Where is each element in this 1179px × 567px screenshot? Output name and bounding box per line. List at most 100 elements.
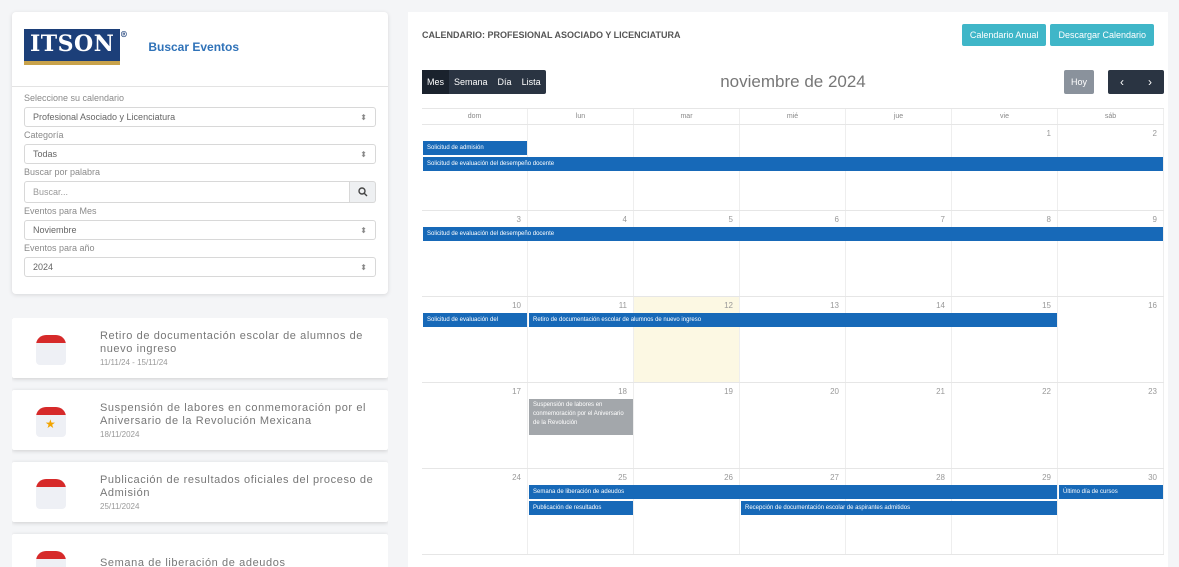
- day-cell[interactable]: 19: [634, 383, 740, 468]
- day-cell[interactable]: 5: [634, 211, 740, 296]
- day-cell[interactable]: 21: [846, 383, 952, 468]
- calendar-event[interactable]: Suspensión de labores en conmemoración p…: [529, 399, 633, 435]
- calendar-event[interactable]: Publicación de resultados: [529, 501, 633, 515]
- calendar-icon: [36, 475, 66, 509]
- day-number: 26: [724, 473, 733, 482]
- day-number: 11: [618, 301, 627, 310]
- today-button[interactable]: Hoy: [1064, 70, 1094, 94]
- calendar-star-icon: ★: [36, 403, 66, 437]
- day-cell[interactable]: 22: [952, 383, 1058, 468]
- view-button-3[interactable]: Día: [493, 70, 517, 94]
- calendar-icon: [36, 547, 66, 567]
- day-cell[interactable]: 6: [740, 211, 846, 296]
- day-cell[interactable]: 8: [952, 211, 1058, 296]
- event-card[interactable]: Semana de liberación de adeudos: [12, 534, 388, 567]
- calendar-event[interactable]: Solicitud de evaluación del desempeño do…: [423, 157, 1163, 171]
- select-arrow-icon: ⬍: [360, 262, 367, 272]
- day-cell[interactable]: 3: [422, 211, 528, 296]
- calendar-toolbar: noviembre de 2024 Mes Semana Día Lista Hoy …: [422, 70, 1164, 94]
- brand-header: ITSON ® Buscar Eventos: [24, 22, 376, 72]
- day-number: 7: [940, 215, 945, 224]
- day-cell[interactable]: 14: [846, 297, 952, 382]
- filter-fields: Seleccione su calendario Profesional Asoc…: [24, 93, 376, 277]
- day-number: 22: [1042, 387, 1051, 396]
- annual-calendar-button[interactable]: Calendario Anual: [961, 24, 1047, 46]
- calendar-event[interactable]: Solicitud de evaluación del: [423, 313, 527, 327]
- filter-select[interactable]: Noviembre ⬍: [24, 220, 376, 240]
- week-row: 24 25 26 27 28 29 30 Semana de liberación de ad…: [422, 469, 1164, 555]
- download-calendar-button[interactable]: Descargar Calendario: [1050, 24, 1154, 46]
- day-number: 6: [834, 215, 839, 224]
- day-number: 24: [512, 473, 521, 482]
- day-cell[interactable]: 17: [422, 383, 528, 468]
- prev-month-button[interactable]: ‹: [1108, 70, 1136, 94]
- filter-label: Categoría: [24, 130, 64, 140]
- calendar-event[interactable]: Recepción de documentación escolar de as…: [741, 501, 1057, 515]
- calendar-event[interactable]: Último día de cursos: [1059, 485, 1163, 499]
- day-number: 4: [622, 215, 627, 224]
- view-button-4[interactable]: Lista: [517, 70, 546, 94]
- day-cell[interactable]: 7: [846, 211, 952, 296]
- event-text: Semana de liberación de adeudos: [100, 557, 286, 567]
- day-cell[interactable]: 23: [1058, 383, 1164, 468]
- chevron-right-icon: ›: [1148, 75, 1152, 89]
- day-number: 3: [516, 215, 521, 224]
- month-nav: ‹ ›: [1108, 70, 1164, 94]
- calendar-event[interactable]: Semana de liberación de adeudos: [529, 485, 1057, 499]
- day-cell[interactable]: 16: [1058, 297, 1164, 382]
- week-row: 10 11 12 13 14 15 16 Solicitud de evaluación de…: [422, 297, 1164, 383]
- filter-select-value: 2024: [33, 262, 54, 272]
- day-cell[interactable]: 11: [528, 297, 634, 382]
- filter-select-value: Noviembre: [33, 225, 77, 235]
- filter-card: ITSON ® Buscar Eventos Seleccione su cal…: [12, 12, 388, 294]
- search-events-title: Buscar Eventos: [148, 40, 240, 54]
- day-cell[interactable]: 30: [1058, 469, 1164, 554]
- day-of-week-header-cell: dom: [422, 109, 528, 124]
- day-cell[interactable]: 20: [740, 383, 846, 468]
- event-card[interactable]: Publicación de resultados oficiales del …: [12, 462, 388, 522]
- day-number: 17: [512, 387, 521, 396]
- itson-logo[interactable]: ITSON ®: [24, 29, 128, 65]
- view-button-1[interactable]: Mes: [422, 70, 450, 94]
- event-card[interactable]: Retiro de documentación escolar de alumn…: [12, 318, 388, 378]
- day-number: 19: [724, 387, 733, 396]
- calendar-body: [36, 343, 66, 365]
- day-of-week-header-cell: vie: [952, 109, 1058, 124]
- day-of-week-header-cell: sáb: [1058, 109, 1164, 124]
- day-cell[interactable]: 13: [740, 297, 846, 382]
- filter-select[interactable]: Profesional Asociado y Licenciatura ⬍: [24, 107, 376, 127]
- day-cell[interactable]: 24: [422, 469, 528, 554]
- day-number: 1: [1046, 129, 1051, 138]
- calendar-event[interactable]: Solicitud de evaluación del desempeño do…: [423, 227, 1163, 241]
- day-number: 18: [618, 387, 627, 396]
- filter-label: Eventos para Mes: [24, 206, 97, 216]
- event-title: Publicación de resultados oficiales del …: [100, 473, 374, 499]
- day-cell[interactable]: 26: [634, 469, 740, 554]
- event-card[interactable]: ★ Suspensión de labores en conmemoración …: [12, 390, 388, 450]
- event-date: 11/11/24 - 15/11/24: [100, 357, 168, 367]
- day-number: 21: [936, 387, 945, 396]
- day-number: 10: [512, 301, 521, 310]
- chevron-left-icon: ‹: [1120, 75, 1124, 89]
- day-number: 25: [618, 473, 627, 482]
- day-number: 5: [728, 215, 733, 224]
- search-button[interactable]: [350, 181, 376, 203]
- filter-select[interactable]: 2024 ⬍: [24, 257, 376, 277]
- view-button-2[interactable]: Semana: [449, 70, 493, 94]
- day-cell[interactable]: 12: [634, 297, 740, 382]
- filter-select[interactable]: Todas ⬍: [24, 144, 376, 164]
- event-title: Suspensión de labores en conmemoración p…: [100, 401, 367, 427]
- week-row: 3 4 5 6 7 8 9 Solicitud de evaluación del desem…: [422, 211, 1164, 297]
- star-icon: ★: [45, 417, 56, 431]
- next-month-button[interactable]: ›: [1136, 70, 1164, 94]
- day-cell[interactable]: 9: [1058, 211, 1164, 296]
- day-cell[interactable]: 15: [952, 297, 1058, 382]
- day-number: 20: [830, 387, 839, 396]
- event-title: Retiro de documentación escolar de alumn…: [100, 329, 364, 355]
- day-cell[interactable]: 10: [422, 297, 528, 382]
- day-cell[interactable]: 4: [528, 211, 634, 296]
- calendar-event[interactable]: Retiro de documentación escolar de alumn…: [529, 313, 1057, 327]
- calendar-event[interactable]: Solicitud de admisión: [423, 141, 527, 155]
- search-input[interactable]: Buscar...: [24, 181, 350, 203]
- divider: [12, 86, 388, 87]
